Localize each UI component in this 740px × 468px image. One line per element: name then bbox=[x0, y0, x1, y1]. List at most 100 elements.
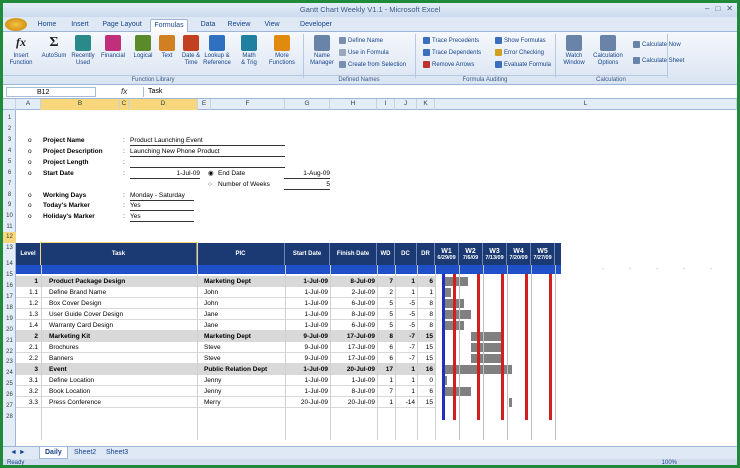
ribbon-small-calculate-now[interactable]: Calculate Now bbox=[633, 41, 681, 48]
column-header-E[interactable]: E bbox=[198, 99, 211, 110]
ribbon-button-9[interactable]: More Functions bbox=[266, 35, 298, 67]
cell-wd[interactable]: 7 bbox=[377, 386, 393, 397]
cell-level[interactable]: 3.3 bbox=[16, 397, 38, 408]
row-header-6[interactable]: 6 bbox=[3, 168, 16, 179]
cell-dr[interactable]: 6 bbox=[417, 276, 433, 287]
ribbon-small-evaluate-formula[interactable]: Evaluate Formula bbox=[495, 61, 551, 68]
ribbon-button-12[interactable]: Calculation Options bbox=[592, 35, 624, 67]
radio-weeks-icon[interactable]: ○ bbox=[208, 179, 212, 190]
cell-level[interactable]: 1.2 bbox=[16, 298, 38, 309]
info-value[interactable]: Product Launching Event bbox=[130, 135, 285, 146]
cell-wd[interactable]: 1 bbox=[377, 375, 393, 386]
row-header-12[interactable]: 12 bbox=[3, 232, 16, 243]
cell-finish-date[interactable]: 17-Jul-09 bbox=[330, 331, 375, 342]
cell-dc[interactable]: -7 bbox=[395, 342, 415, 353]
tab-view[interactable]: View bbox=[257, 19, 287, 32]
cell-pic[interactable]: Steve bbox=[204, 342, 289, 353]
cell-dc[interactable]: -7 bbox=[395, 331, 415, 342]
cell-start-date[interactable]: 1-Jul-09 bbox=[285, 386, 328, 397]
cell-wd[interactable]: 2 bbox=[377, 287, 393, 298]
cell-task[interactable]: Box Cover Design bbox=[49, 298, 189, 309]
office-button[interactable] bbox=[5, 18, 27, 31]
row-header-1[interactable]: 1 bbox=[3, 113, 16, 124]
ribbon-button-10[interactable]: Name Manager bbox=[306, 35, 338, 67]
cell-task[interactable]: Event bbox=[49, 364, 189, 375]
cell-dr[interactable]: 15 bbox=[417, 353, 433, 364]
close-icon[interactable]: ✕ bbox=[726, 4, 733, 13]
tab-home[interactable]: Home bbox=[33, 19, 61, 32]
ribbon-button-8[interactable]: Math & Trig bbox=[233, 35, 265, 67]
radio-end-date-icon[interactable]: ◉ bbox=[208, 168, 214, 179]
row-header-28[interactable]: 28 bbox=[3, 412, 16, 423]
cell-task[interactable]: Define Brand Name bbox=[49, 287, 189, 298]
table-row[interactable]: 1 Product Package Design Marketing Dept 1-J… bbox=[16, 276, 435, 287]
cell-dr[interactable]: 1 bbox=[417, 287, 433, 298]
cell-task[interactable]: Warranty Card Design bbox=[49, 320, 189, 331]
table-header-task[interactable]: Task bbox=[40, 242, 198, 266]
cell-wd[interactable]: 6 bbox=[377, 353, 393, 364]
ribbon-button-2[interactable]: Recently Used bbox=[67, 35, 99, 67]
sheet-tab-sheet2[interactable]: Sheet2 bbox=[69, 447, 101, 459]
table-header-dc[interactable]: DC bbox=[395, 243, 417, 265]
column-header-J[interactable]: J bbox=[395, 99, 417, 110]
cell-finish-date[interactable]: 8-Jul-09 bbox=[330, 386, 375, 397]
info-value[interactable]: 1-Jul-09 bbox=[130, 168, 200, 179]
row-header-10[interactable]: 10 bbox=[3, 211, 16, 222]
cell-task[interactable]: Define Location bbox=[49, 375, 189, 386]
info-value[interactable]: Yes bbox=[130, 211, 194, 222]
row-header-5[interactable]: 5 bbox=[3, 157, 16, 168]
row-header-26[interactable]: 26 bbox=[3, 390, 16, 401]
column-header-D[interactable]: D bbox=[129, 99, 198, 110]
sheet-nav-icon[interactable]: ◄ ► bbox=[5, 447, 31, 459]
cell-dr[interactable]: 8 bbox=[417, 309, 433, 320]
cell-pic[interactable]: Jenny bbox=[204, 375, 289, 386]
cell-level[interactable]: 1.3 bbox=[16, 309, 38, 320]
table-row[interactable]: 1.2 Box Cover Design John 1-Jul-09 6-Jul-09 5… bbox=[16, 298, 435, 309]
worksheet-grid[interactable]: o Project Name: Product Launching Event o Pr… bbox=[16, 110, 737, 446]
column-header-B[interactable]: B bbox=[41, 99, 120, 110]
table-row[interactable]: 2.2 Banners Steve 9-Jul-09 17-Jul-09 6 -7 15 bbox=[16, 353, 435, 364]
cell-dr[interactable]: 0 bbox=[417, 375, 433, 386]
cell-start-date[interactable]: 9-Jul-09 bbox=[285, 331, 328, 342]
row-header-15[interactable]: 15 bbox=[3, 270, 16, 281]
cell-finish-date[interactable]: 6-Jul-09 bbox=[330, 320, 375, 331]
cell-dc[interactable]: -14 bbox=[395, 397, 415, 408]
info-value[interactable] bbox=[130, 157, 285, 168]
cell-dc[interactable]: -5 bbox=[395, 309, 415, 320]
tab-page-layout[interactable]: Page Layout bbox=[100, 19, 144, 32]
sheet-tab-daily[interactable]: Daily bbox=[39, 447, 68, 459]
cell-start-date[interactable]: 1-Jul-09 bbox=[285, 364, 328, 375]
row-header-13[interactable]: 13 bbox=[3, 243, 16, 254]
cell-level[interactable]: 2.1 bbox=[16, 342, 38, 353]
ribbon-small-create-from-selection[interactable]: Create from Selection bbox=[339, 61, 406, 68]
row-header-18[interactable]: 18 bbox=[3, 303, 16, 314]
ribbon-button-0[interactable]: fx Insert Function bbox=[5, 35, 37, 67]
cell-pic[interactable]: Merry bbox=[204, 397, 289, 408]
cell-start-date[interactable]: 20-Jul-09 bbox=[285, 397, 328, 408]
cell-dr[interactable]: 16 bbox=[417, 364, 433, 375]
cell-task[interactable]: Marketing Kit bbox=[49, 331, 189, 342]
cell-finish-date[interactable]: 8-Jul-09 bbox=[330, 276, 375, 287]
cell-finish-date[interactable]: 20-Jul-09 bbox=[330, 364, 375, 375]
ribbon-button-3[interactable]: Financial bbox=[97, 35, 129, 60]
cell-pic[interactable]: Public Relation Dept bbox=[204, 364, 289, 375]
weeks-value[interactable]: 5 bbox=[284, 179, 330, 190]
cell-pic[interactable]: Steve bbox=[204, 353, 289, 364]
cell-finish-date[interactable]: 2-Jul-09 bbox=[330, 287, 375, 298]
ribbon-small-define-name[interactable]: Define Name bbox=[339, 37, 383, 44]
cell-pic[interactable]: Marketing Dept bbox=[204, 331, 289, 342]
cell-wd[interactable]: 6 bbox=[377, 342, 393, 353]
column-header-H[interactable]: H bbox=[330, 99, 377, 110]
cell-finish-date[interactable]: 1-Jul-09 bbox=[330, 375, 375, 386]
name-box[interactable]: B12 bbox=[6, 87, 96, 97]
cell-dr[interactable]: 8 bbox=[417, 298, 433, 309]
tab-developer[interactable]: Developer bbox=[295, 19, 337, 32]
cell-task[interactable]: Banners bbox=[49, 353, 189, 364]
cell-dc[interactable]: 1 bbox=[395, 375, 415, 386]
table-row[interactable]: 3.1 Define Location Jenny 1-Jul-09 1-Jul-09 1… bbox=[16, 375, 435, 386]
tab-data[interactable]: Data bbox=[196, 19, 220, 32]
cell-wd[interactable]: 7 bbox=[377, 276, 393, 287]
cell-pic[interactable]: Marketing Dept bbox=[204, 276, 289, 287]
row-header-27[interactable]: 27 bbox=[3, 401, 16, 412]
fx-icon[interactable]: fx bbox=[121, 87, 127, 96]
